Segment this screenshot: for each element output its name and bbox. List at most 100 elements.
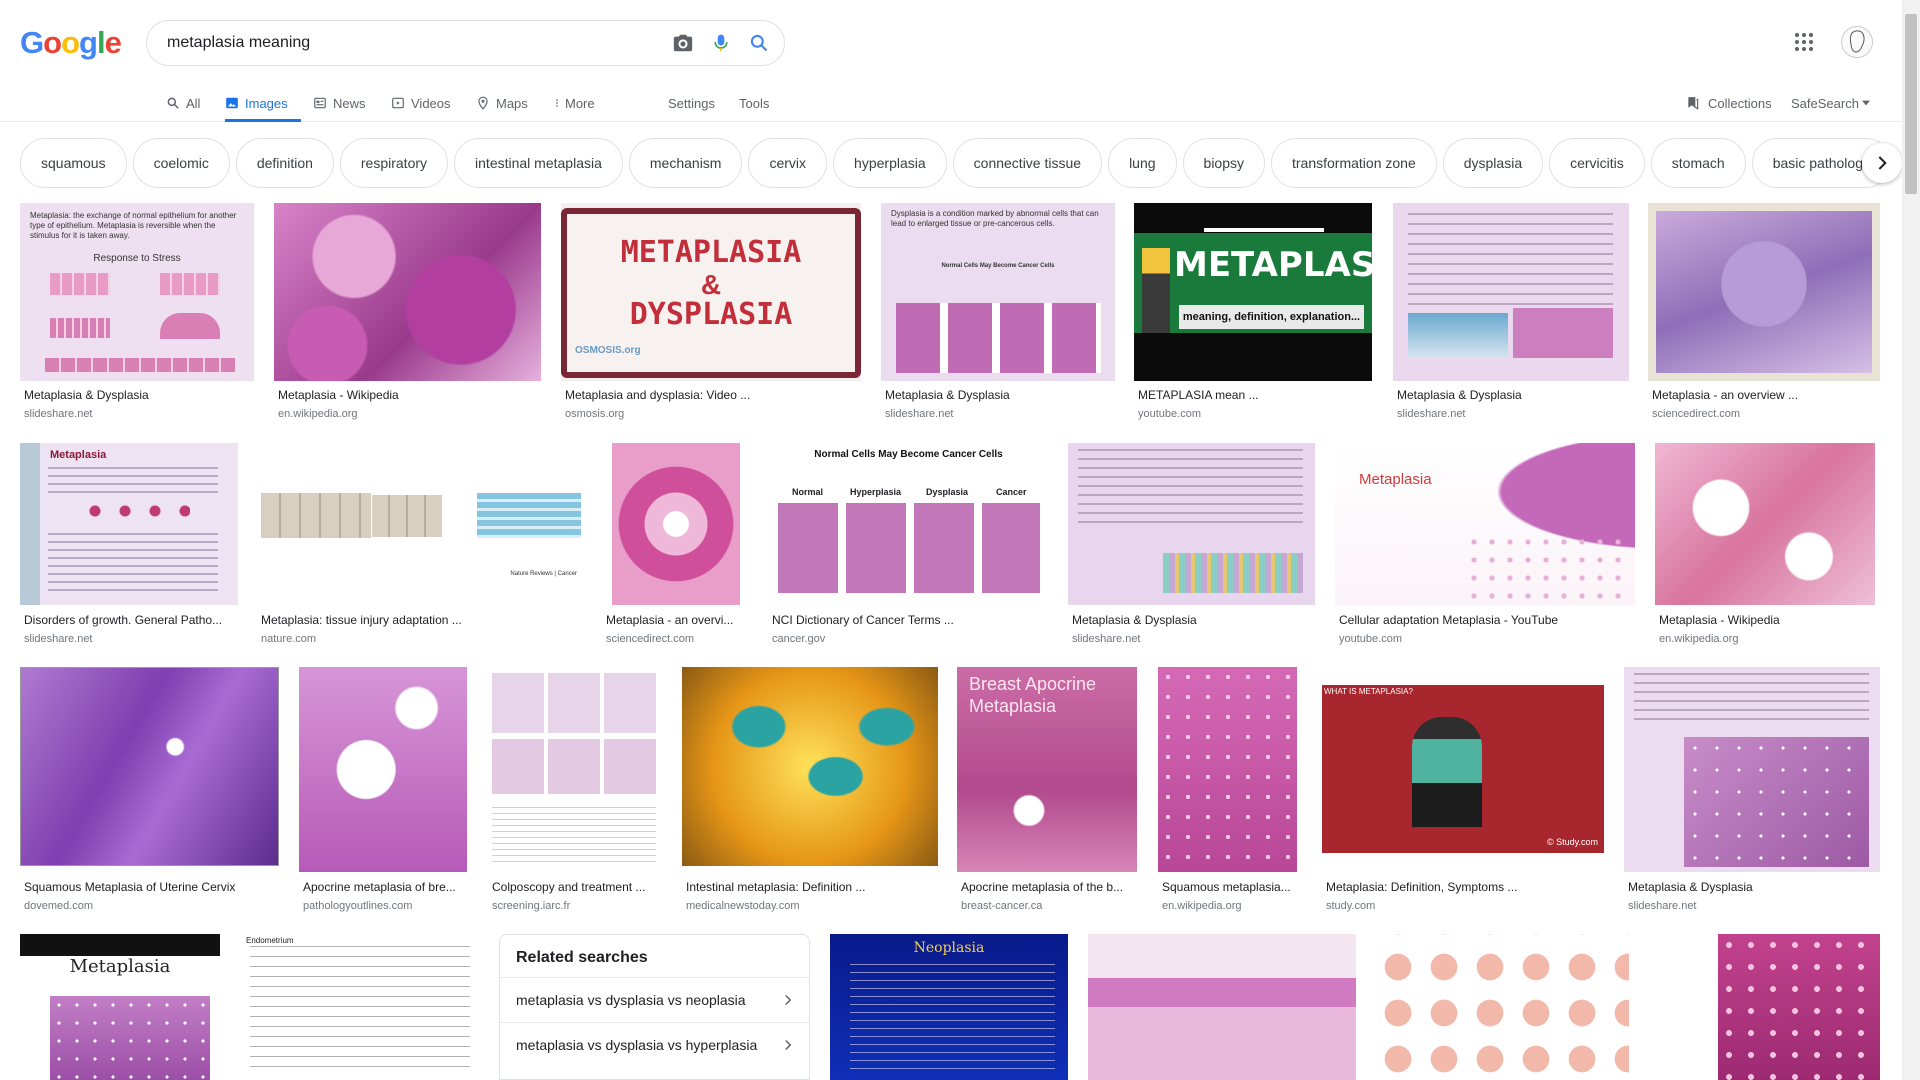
result-thumbnail[interactable]: Nature Reviews | Cancer <box>257 443 583 605</box>
tab-maps[interactable]: Maps <box>476 84 528 122</box>
result-title[interactable]: Metaplasia & Dysplasia <box>885 388 1115 402</box>
related-search-item[interactable]: metaplasia vs dysplasia vs hyperplasia <box>500 1022 809 1067</box>
result-thumbnail[interactable] <box>1718 934 1880 1080</box>
image-result[interactable]: Metaplasia & Dysplasia slideshare.net <box>1393 203 1629 423</box>
google-logo[interactable]: Google <box>20 25 122 61</box>
chip[interactable]: respiratory <box>339 138 449 188</box>
search-input[interactable] <box>167 34 664 52</box>
related-search-item[interactable]: metaplasia vs dysplasia vs neoplasia <box>500 977 809 1022</box>
result-thumbnail[interactable] <box>1375 934 1629 1080</box>
chip[interactable]: coelomic <box>132 138 230 188</box>
result-title[interactable]: Squamous metaplasia... <box>1162 880 1298 894</box>
result-thumbnail[interactable]: Normal Cells May Become Cancer Cells Nor… <box>768 443 1049 605</box>
result-thumbnail[interactable]: Endometrium <box>240 934 480 1080</box>
image-result[interactable]: Metaplasia - Wikipedia en.wikipedia.org <box>1655 443 1880 649</box>
chip[interactable]: cervix <box>748 138 828 188</box>
tab-more[interactable]: More <box>552 84 595 122</box>
tab-images[interactable]: Images <box>225 84 301 122</box>
result-title[interactable]: Metaplasia - an overview ... <box>1652 388 1880 402</box>
chip[interactable]: biopsy <box>1182 138 1265 188</box>
chip[interactable]: transformation zone <box>1271 138 1437 188</box>
result-thumbnail[interactable]: Metaplasia <box>20 934 220 1080</box>
camera-icon[interactable] <box>664 24 702 62</box>
image-result[interactable]: Dysplasia is a condition marked by abnor… <box>881 203 1115 423</box>
result-thumbnail[interactable] <box>1068 443 1315 605</box>
result-thumbnail[interactable] <box>299 667 467 872</box>
result-title[interactable]: Disorders of growth. General Patho... <box>24 613 238 627</box>
result-title[interactable]: Metaplasia: tissue injury adaptation ... <box>261 613 583 627</box>
chip[interactable]: cervicitis <box>1549 138 1645 188</box>
chip[interactable]: lung <box>1108 138 1177 188</box>
result-thumbnail[interactable] <box>682 667 938 866</box>
chip[interactable]: intestinal metaplasia <box>454 138 623 188</box>
result-title[interactable]: Colposcopy and treatment ... <box>492 880 662 894</box>
image-result[interactable]: Squamous metaplasia... en.wikipedia.org <box>1158 667 1298 917</box>
result-title[interactable]: Metaplasia - Wikipedia <box>278 388 541 402</box>
settings-link[interactable]: Settings <box>668 84 715 122</box>
result-thumbnail[interactable]: Breast Apocrine Metaplasia <box>957 667 1137 872</box>
chip[interactable]: squamous <box>20 138 127 188</box>
result-title[interactable]: Apocrine metaplasia of bre... <box>303 880 467 894</box>
result-thumbnail[interactable] <box>1655 443 1875 605</box>
result-title[interactable]: Metaplasia & Dysplasia <box>1397 388 1629 402</box>
image-result[interactable]: Metaplasia Cellular adaptation Metaplasi… <box>1335 443 1635 649</box>
image-result[interactable]: METAPLASIA & DYSPLASIA OSMOSIS.org Metap… <box>561 203 861 423</box>
image-result[interactable] <box>1088 934 1356 1080</box>
result-thumbnail[interactable] <box>1158 667 1297 872</box>
result-thumbnail[interactable] <box>20 667 279 866</box>
result-title[interactable]: Apocrine metaplasia of the b... <box>961 880 1137 894</box>
tab-videos[interactable]: Videos <box>391 84 451 122</box>
avatar[interactable] <box>1841 26 1873 58</box>
microphone-icon[interactable] <box>702 24 740 62</box>
result-title[interactable]: Metaplasia - Wikipedia <box>1659 613 1879 627</box>
result-title[interactable]: Squamous Metaplasia of Uterine Cervix <box>24 880 282 894</box>
image-result[interactable]: Normal Cells May Become Cancer Cells Nor… <box>768 443 1049 649</box>
image-result[interactable]: Metaplasia - Wikipedia en.wikipedia.org <box>274 203 541 423</box>
result-thumbnail[interactable]: Metaplasia <box>1335 443 1635 605</box>
result-thumbnail[interactable] <box>274 203 541 381</box>
collections-link[interactable]: Collections <box>1686 84 1772 122</box>
chip[interactable]: definition <box>235 138 334 188</box>
tools-link[interactable]: Tools <box>739 84 769 122</box>
result-title[interactable]: Metaplasia - an overvi... <box>606 613 742 627</box>
image-result[interactable]: Metaplasia: the exchange of normal epith… <box>20 203 254 423</box>
image-result[interactable]: Nature Reviews | Cancer Metaplasia: tiss… <box>257 443 583 649</box>
image-result[interactable]: Squamous Metaplasia of Uterine Cervix do… <box>20 667 282 917</box>
chip[interactable]: mechanism <box>628 138 743 188</box>
image-result[interactable]: Metaplasia & Dysplasia slideshare.net <box>1068 443 1315 649</box>
image-result[interactable]: Neoplasia <box>830 934 1068 1080</box>
chip[interactable]: hyperplasia <box>833 138 947 188</box>
result-thumbnail[interactable]: Neoplasia <box>830 934 1068 1080</box>
apps-grid-icon[interactable] <box>1792 30 1816 54</box>
result-title[interactable]: Cellular adaptation Metaplasia - YouTube <box>1339 613 1635 627</box>
image-result[interactable]: Colposcopy and treatment ... screening.i… <box>488 667 662 917</box>
result-title[interactable]: Metaplasia: Definition, Symptoms ... <box>1326 880 1604 894</box>
result-thumbnail[interactable]: WHAT IS METAPLASIA? © Study.com <box>1322 667 1604 872</box>
tab-news[interactable]: News <box>313 84 366 122</box>
image-result[interactable]: Apocrine metaplasia of bre... pathologyo… <box>299 667 467 917</box>
result-thumbnail[interactable]: METAPLASIA meaning, definition, explanat… <box>1134 203 1372 381</box>
tab-all[interactable]: All <box>166 84 200 122</box>
image-result[interactable]: Metaplasia - an overvi... sciencedirect.… <box>602 443 742 649</box>
result-thumbnail[interactable] <box>612 443 740 605</box>
chip[interactable]: connective tissue <box>952 138 1103 188</box>
image-result[interactable]: Metaplasia Disorders of growth. General … <box>20 443 238 649</box>
result-title[interactable]: Metaplasia & Dysplasia <box>1072 613 1315 627</box>
image-result[interactable]: Intestinal metaplasia: Definition ... me… <box>682 667 938 917</box>
result-thumbnail[interactable]: Dysplasia is a condition marked by abnor… <box>881 203 1115 381</box>
result-title[interactable]: Intestinal metaplasia: Definition ... <box>686 880 938 894</box>
scrollbar-thumb[interactable] <box>1905 14 1917 194</box>
result-title[interactable]: Metaplasia and dysplasia: Video ... <box>565 388 861 402</box>
image-result[interactable] <box>1718 934 1880 1080</box>
search-icon[interactable] <box>740 24 778 62</box>
image-result[interactable]: Metaplasia <box>20 934 220 1080</box>
result-title[interactable]: Metaplasia & Dysplasia <box>24 388 254 402</box>
image-result[interactable]: Metaplasia - an overview ... sciencedire… <box>1648 203 1880 423</box>
result-thumbnail[interactable] <box>1648 203 1880 381</box>
result-thumbnail[interactable] <box>1393 203 1629 381</box>
result-title[interactable]: NCI Dictionary of Cancer Terms ... <box>772 613 1049 627</box>
image-result[interactable]: METAPLASIA meaning, definition, explanat… <box>1134 203 1372 423</box>
chips-next-button[interactable] <box>1862 143 1902 183</box>
result-title[interactable]: METAPLASIA mean ... <box>1138 388 1372 402</box>
chip[interactable]: stomach <box>1650 138 1746 188</box>
